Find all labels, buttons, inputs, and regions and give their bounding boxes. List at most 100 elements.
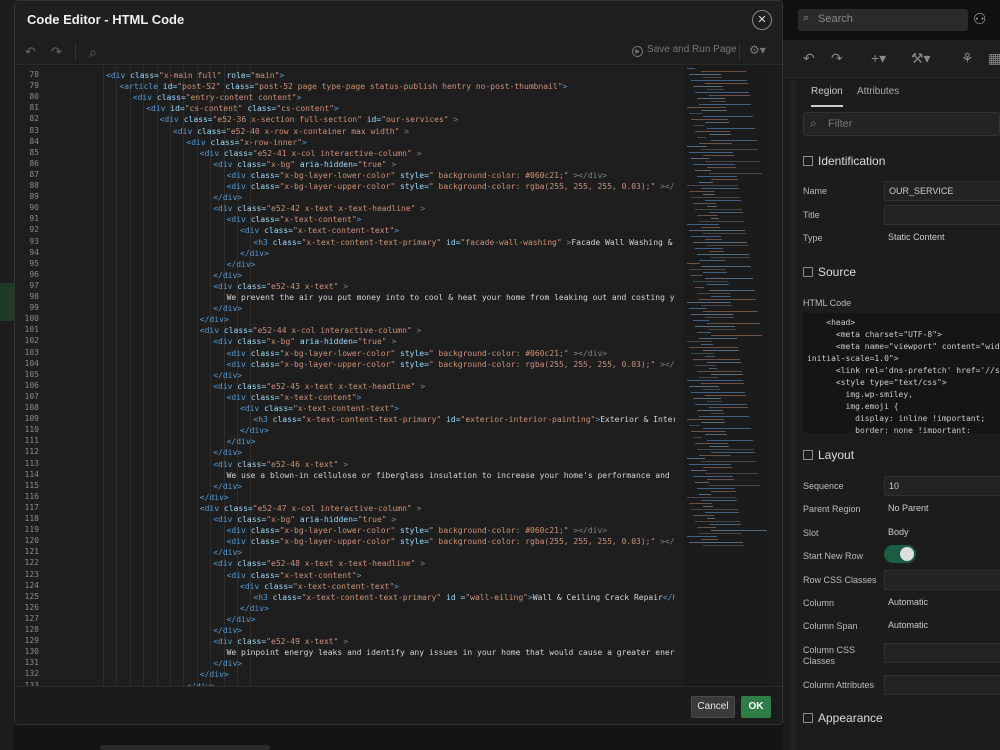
- section-layout[interactable]: Layout: [803, 448, 854, 472]
- wrench-icon[interactable]: ⚒▾: [911, 50, 931, 67]
- section-identification[interactable]: Identification: [803, 154, 885, 178]
- code-token: >: [356, 392, 362, 402]
- minimap-line: [705, 83, 748, 84]
- cancel-button[interactable]: Cancel: [691, 696, 735, 718]
- html-code-preview[interactable]: <head> <meta charset="UTF-8"> <meta name…: [803, 313, 1000, 433]
- minimap-line: [705, 122, 729, 123]
- save-and-run-button[interactable]: ▶ Save and Run Page: [632, 44, 737, 57]
- filter-input[interactable]: ⌕ Filter: [803, 112, 1000, 136]
- indent-guide: [183, 66, 185, 686]
- undo-icon[interactable]: ↶: [803, 50, 815, 67]
- code-line: </div>: [240, 425, 269, 436]
- search-icon: ⌕: [803, 12, 810, 24]
- background-scrollbar: [100, 745, 270, 750]
- minimap-line: [689, 113, 702, 114]
- code-token: </div>: [213, 193, 243, 203]
- search-input[interactable]: ⌕ Search: [798, 9, 968, 31]
- minimap-line: [697, 293, 730, 294]
- minimap-line: [709, 485, 760, 486]
- column-span-select[interactable]: Automatic: [884, 616, 1000, 636]
- code-token: class=: [220, 82, 255, 92]
- type-select[interactable]: Static Content: [884, 228, 1000, 248]
- shared-components-icon[interactable]: ⚘: [961, 50, 974, 67]
- minimap-line: [695, 131, 730, 132]
- column-attributes-field[interactable]: [884, 675, 1000, 695]
- filter-placeholder: Filter: [828, 118, 853, 130]
- gear-icon[interactable]: ⚙▾: [749, 43, 766, 57]
- code-token: id=: [361, 115, 382, 125]
- code-token: ></div>: [660, 182, 675, 191]
- title-field[interactable]: [884, 205, 1000, 225]
- minimap-line: [709, 446, 729, 447]
- column-select[interactable]: Automatic: [884, 593, 1000, 613]
- minimap-line: [701, 266, 751, 267]
- save-and-run-label: Save and Run Page: [647, 44, 737, 55]
- code-token: "e52-48 x-text x-text-headline": [266, 559, 416, 569]
- code-token: style=: [395, 348, 429, 358]
- add-icon[interactable]: +▾: [871, 50, 886, 67]
- tab-region[interactable]: Region: [811, 86, 843, 107]
- parent-region-select[interactable]: No Parent: [884, 499, 1000, 519]
- code-token: <div: [132, 93, 157, 103]
- code-token: "cs-content": [184, 104, 243, 114]
- minimap-line: [711, 530, 767, 531]
- line-number: 101: [24, 325, 39, 335]
- ok-button[interactable]: OK: [741, 696, 771, 718]
- minimap-line: [699, 104, 751, 105]
- code-minimap[interactable]: [683, 66, 773, 686]
- code-line: </div>: [240, 603, 269, 614]
- code-token: " background-color: #060c21;": [428, 526, 569, 536]
- search-icon[interactable]: ⌕: [89, 44, 97, 61]
- minimap-line: [709, 134, 731, 135]
- start-new-row-toggle[interactable]: [884, 545, 916, 563]
- code-token: </div>: [213, 659, 243, 669]
- minimap-line: [695, 365, 716, 366]
- code-line: <div class="e52-42 x-text x-text-headlin…: [213, 203, 425, 214]
- line-number: 78: [29, 70, 39, 79]
- code-token: "cs-content": [276, 104, 335, 114]
- section-appearance[interactable]: Appearance: [803, 711, 883, 735]
- minimap-line: [691, 314, 733, 315]
- code-editor[interactable]: 78 79 80 81 82 83 84 85 86 87 88 89 90 91 92 93 94 95 96 97…: [15, 66, 782, 686]
- close-button[interactable]: ✕: [752, 10, 772, 30]
- undo-icon[interactable]: ↶: [25, 44, 36, 60]
- section-source[interactable]: Source: [803, 265, 856, 289]
- minimap-line: [697, 215, 718, 216]
- redo-icon[interactable]: ↷: [831, 50, 843, 67]
- code-line: </div>: [227, 436, 256, 447]
- code-token: </div>: [213, 481, 243, 491]
- redo-icon[interactable]: ↷: [51, 44, 62, 60]
- code-line: <article id="post-52" class="post-52 pag…: [119, 81, 567, 92]
- minimap-line: [709, 95, 750, 96]
- minimap-line: [709, 251, 724, 252]
- minimap-line: [693, 242, 747, 243]
- code-token: class=: [272, 415, 302, 425]
- code-line: </div>: [200, 314, 229, 325]
- minimap-line: [693, 398, 721, 399]
- code-token: "x-row-inner": [239, 137, 303, 147]
- panel-splitter[interactable]: [791, 80, 796, 750]
- sequence-field[interactable]: 10: [884, 476, 1000, 496]
- tab-attributes[interactable]: Attributes: [857, 86, 899, 97]
- editor-scrollbar[interactable]: [773, 66, 782, 686]
- minimap-line: [693, 86, 723, 87]
- code-line: We pinpoint energy leaks and identify an…: [227, 647, 675, 658]
- code-token: class=: [237, 337, 267, 347]
- user-icon[interactable]: ⚇: [973, 10, 986, 28]
- column-css-field[interactable]: [884, 643, 1000, 663]
- name-field[interactable]: OUR_SERVICE: [884, 181, 1000, 201]
- code-token: " background-color: rgba(255, 255, 255, …: [428, 182, 656, 191]
- column-label: Column: [803, 598, 835, 608]
- code-token: class=: [250, 215, 280, 225]
- code-token: " background-color: #060c21;": [428, 170, 569, 180]
- layout-icon[interactable]: ▦: [988, 50, 1000, 67]
- slot-select[interactable]: Body: [884, 523, 1000, 543]
- section-title: Source: [818, 265, 857, 279]
- code-token: >: [415, 559, 426, 569]
- line-number: 82: [29, 114, 39, 124]
- code-token: >: [415, 204, 426, 214]
- line-number: 103: [24, 347, 39, 357]
- code-area[interactable]: <div class="x-main full" role="main"> <ar…: [53, 66, 675, 686]
- minimap-line: [711, 374, 743, 375]
- row-css-field[interactable]: [884, 570, 1000, 590]
